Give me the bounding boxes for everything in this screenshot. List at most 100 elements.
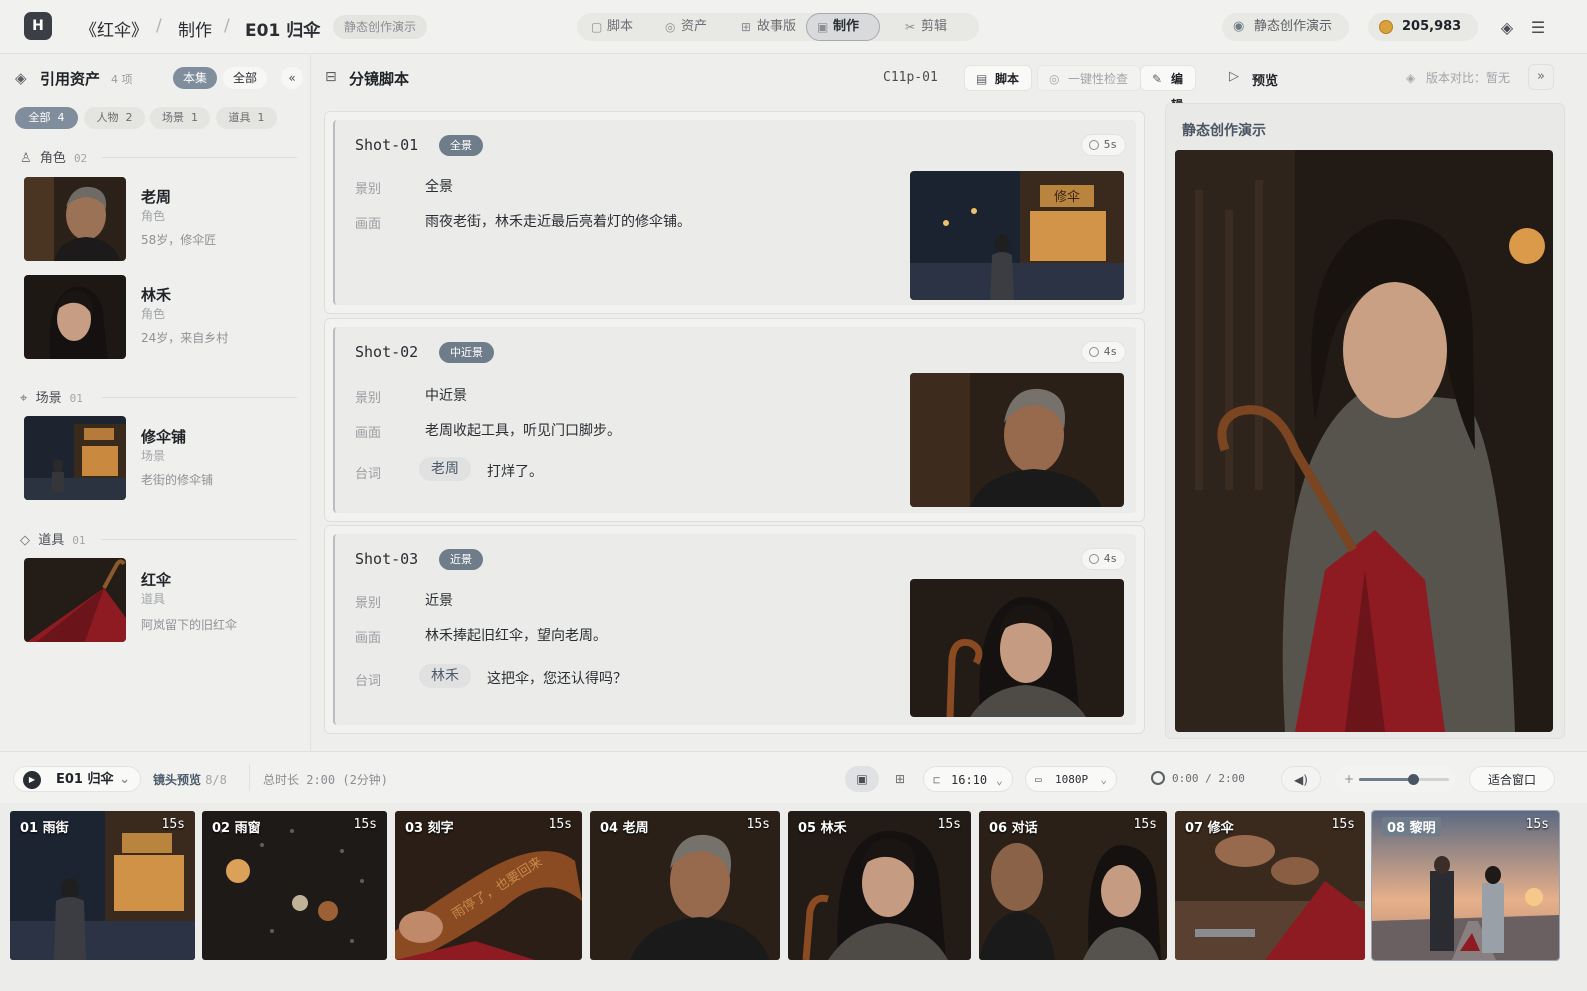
- layout-grid-icon[interactable]: ⊞: [883, 766, 917, 792]
- breadcrumb-section[interactable]: 制作: [178, 16, 212, 41]
- resolution-select[interactable]: ▭ 1080P ⌄: [1025, 766, 1117, 792]
- top-bar: H 《红伞》 / 制作 / E01 归伞 静态创作演示 ▢ 脚本 ◎ 资产 ⊞ 故事版…: [0, 0, 1587, 54]
- breadcrumb-project[interactable]: 《红伞》: [80, 16, 148, 41]
- demo-badge: 静态创作演示: [333, 15, 428, 39]
- umbrella-thumbnail: [24, 558, 126, 642]
- doc-icon: ▤: [976, 72, 988, 86]
- play-icon[interactable]: ▶: [23, 771, 41, 789]
- main-tabs: ▢ 脚本 ◎ 资产 ⊞ 故事版 ▣ 制作 ✂ 剪辑: [577, 13, 979, 41]
- fit-window-button[interactable]: 适合窗口: [1469, 766, 1555, 792]
- check-circle-icon: ◎: [1049, 72, 1060, 86]
- layout-single-icon[interactable]: ▣: [845, 766, 879, 792]
- assets-panel: ◈ 引用资产 4 项 本集 全部 « 全部 4 人物 2 场景 1 道具 1 ♙…: [0, 55, 311, 750]
- tab-script[interactable]: ▢ 脚本: [581, 13, 651, 41]
- tag-icon: ◇: [20, 533, 30, 548]
- preview-card: 静态创作演示: [1165, 103, 1565, 739]
- film-frame-02[interactable]: 02 雨窗 15s: [202, 811, 387, 960]
- preview-label: 预览: [1252, 74, 1279, 89]
- laozhou-thumbnail: [24, 177, 126, 261]
- script-title: 分镜脚本: [349, 70, 410, 88]
- shot-id: Shot-01: [355, 136, 419, 154]
- divider: [102, 397, 297, 398]
- filter-characters[interactable]: 人物 2: [84, 107, 145, 129]
- scissors-icon: ✂: [905, 20, 916, 34]
- shot-card-01[interactable]: Shot-01 全景 5s 景别 全景 画面 雨夜老街，林禾走近最后亮着灯的修伞…: [324, 111, 1145, 314]
- speaker-tag: 林禾: [419, 664, 471, 688]
- shot-duration: 5s: [1080, 134, 1126, 156]
- divider: [249, 765, 250, 791]
- coin-icon: [1379, 20, 1393, 34]
- shot-02-image[interactable]: [910, 373, 1124, 507]
- shot-description: 林禾捧起旧红伞，望向老周。: [425, 628, 607, 644]
- preview-header: ▷ 预览 ◈ 版本对比：暂无 »: [1153, 55, 1587, 101]
- film-frame-01[interactable]: 01 雨街 15s: [10, 811, 195, 960]
- tab-edit[interactable]: ✂ 剪辑: [895, 13, 969, 41]
- aspect-ratio-select[interactable]: ⊏ 16:10 ⌄: [923, 766, 1013, 792]
- preview-card-title: 静态创作演示: [1182, 123, 1266, 139]
- linhe-thumbnail: [24, 275, 126, 359]
- mode-selector[interactable]: ◉ 静态创作演示: [1222, 13, 1349, 41]
- slider-handle[interactable]: [1408, 774, 1419, 785]
- volume-icon[interactable]: ◀): [1281, 766, 1321, 792]
- ratio-icon: ⊏: [933, 773, 941, 787]
- film-frame-05[interactable]: 05 林禾 15s: [788, 811, 971, 960]
- layers-icon[interactable]: ◈: [1493, 13, 1521, 41]
- grid-icon: ⊞: [741, 20, 752, 34]
- section-props: ◇ 道具 01: [20, 533, 86, 548]
- tab-production[interactable]: ▣ 制作: [806, 13, 880, 41]
- shot-card-03[interactable]: Shot-03 近景 4s 景别 近景 画面 林禾捧起旧红伞，望向老周。 台词 …: [324, 525, 1145, 734]
- shot-id: Shot-03: [355, 550, 419, 568]
- shot-framing-badge: 全景: [439, 135, 483, 156]
- film-frame-04[interactable]: 04 老周 15s: [590, 811, 780, 960]
- clock-icon: [1151, 771, 1165, 785]
- film-frame-06[interactable]: 06 对话 15s: [979, 811, 1167, 960]
- shot-framing: 全景: [425, 179, 453, 195]
- scope-current-button[interactable]: 本集: [173, 67, 217, 89]
- location-pin-icon: ⌖: [20, 391, 28, 406]
- tab-storyboard[interactable]: ⊞ 故事版: [731, 13, 811, 41]
- preview-image[interactable]: [1175, 150, 1553, 732]
- shot-01-image[interactable]: 修伞: [910, 171, 1124, 300]
- filmstrip: 01 雨街 15s 02 雨窗 15s 雨停了，也要回来 03 刻字 15s 04 老…: [0, 803, 1587, 991]
- episode-selector[interactable]: ▶ E01 归伞 ⌄: [13, 766, 141, 792]
- shot-id: Shot-02: [355, 343, 419, 361]
- filter-all[interactable]: 全部 4: [15, 107, 78, 129]
- filter-scenes[interactable]: 场景 1: [150, 107, 210, 129]
- breadcrumb-episode: E01 归伞: [245, 21, 321, 41]
- shot-card-02[interactable]: Shot-02 中近景 4s 景别 中近景 画面 老周收起工具，听见门口脚步。 …: [324, 318, 1145, 522]
- shot-framing-badge: 中近景: [439, 342, 494, 363]
- tab-assets[interactable]: ◎ 资产: [655, 13, 729, 41]
- film-frame-07[interactable]: 07 修伞 15s: [1175, 811, 1365, 960]
- version-compare[interactable]: ◈ 版本对比：暂无: [1398, 65, 1520, 91]
- breadcrumb-separator: /: [156, 16, 162, 36]
- zoom-slider[interactable]: +: [1335, 766, 1455, 792]
- consistency-check-button[interactable]: ◎ 一键性检查: [1037, 65, 1142, 91]
- assets-count: 4 项: [111, 73, 133, 86]
- shot-duration: 4s: [1080, 548, 1126, 570]
- expand-panel-icon[interactable]: »: [1528, 64, 1554, 90]
- asset-icon: ◎: [665, 20, 676, 34]
- scope-all-button[interactable]: 全部: [223, 67, 267, 89]
- storyboard-icon: ⊟: [325, 69, 337, 85]
- plus-icon: +: [1344, 772, 1355, 786]
- collapse-panel-icon[interactable]: «: [281, 67, 303, 89]
- doc-icon: ▢: [591, 20, 603, 34]
- shot-framing-badge: 近景: [439, 549, 483, 570]
- divider: [102, 157, 297, 158]
- filter-props[interactable]: 道具 1: [216, 107, 277, 129]
- film-frame-08[interactable]: 08 黎明 15s: [1371, 810, 1560, 961]
- settings-icon[interactable]: ☰: [1524, 13, 1552, 41]
- divider: [102, 539, 297, 540]
- shot-framing: 近景: [425, 593, 453, 609]
- play-circle-icon: ▷: [1229, 69, 1239, 84]
- breadcrumb-separator: /: [224, 16, 230, 36]
- shot-03-image[interactable]: [910, 579, 1124, 717]
- layers-icon: ◈: [1406, 71, 1416, 85]
- chevron-down-icon: ⌄: [119, 772, 130, 787]
- film-frame-03[interactable]: 雨停了，也要回来 03 刻字 15s: [395, 811, 582, 960]
- credits-balance[interactable]: 205,983: [1368, 13, 1478, 41]
- production-icon: ▣: [817, 20, 829, 34]
- script-view-button[interactable]: ▤ 脚本: [964, 65, 1033, 91]
- slider-fill: [1359, 778, 1413, 781]
- app-logo[interactable]: H: [24, 12, 52, 40]
